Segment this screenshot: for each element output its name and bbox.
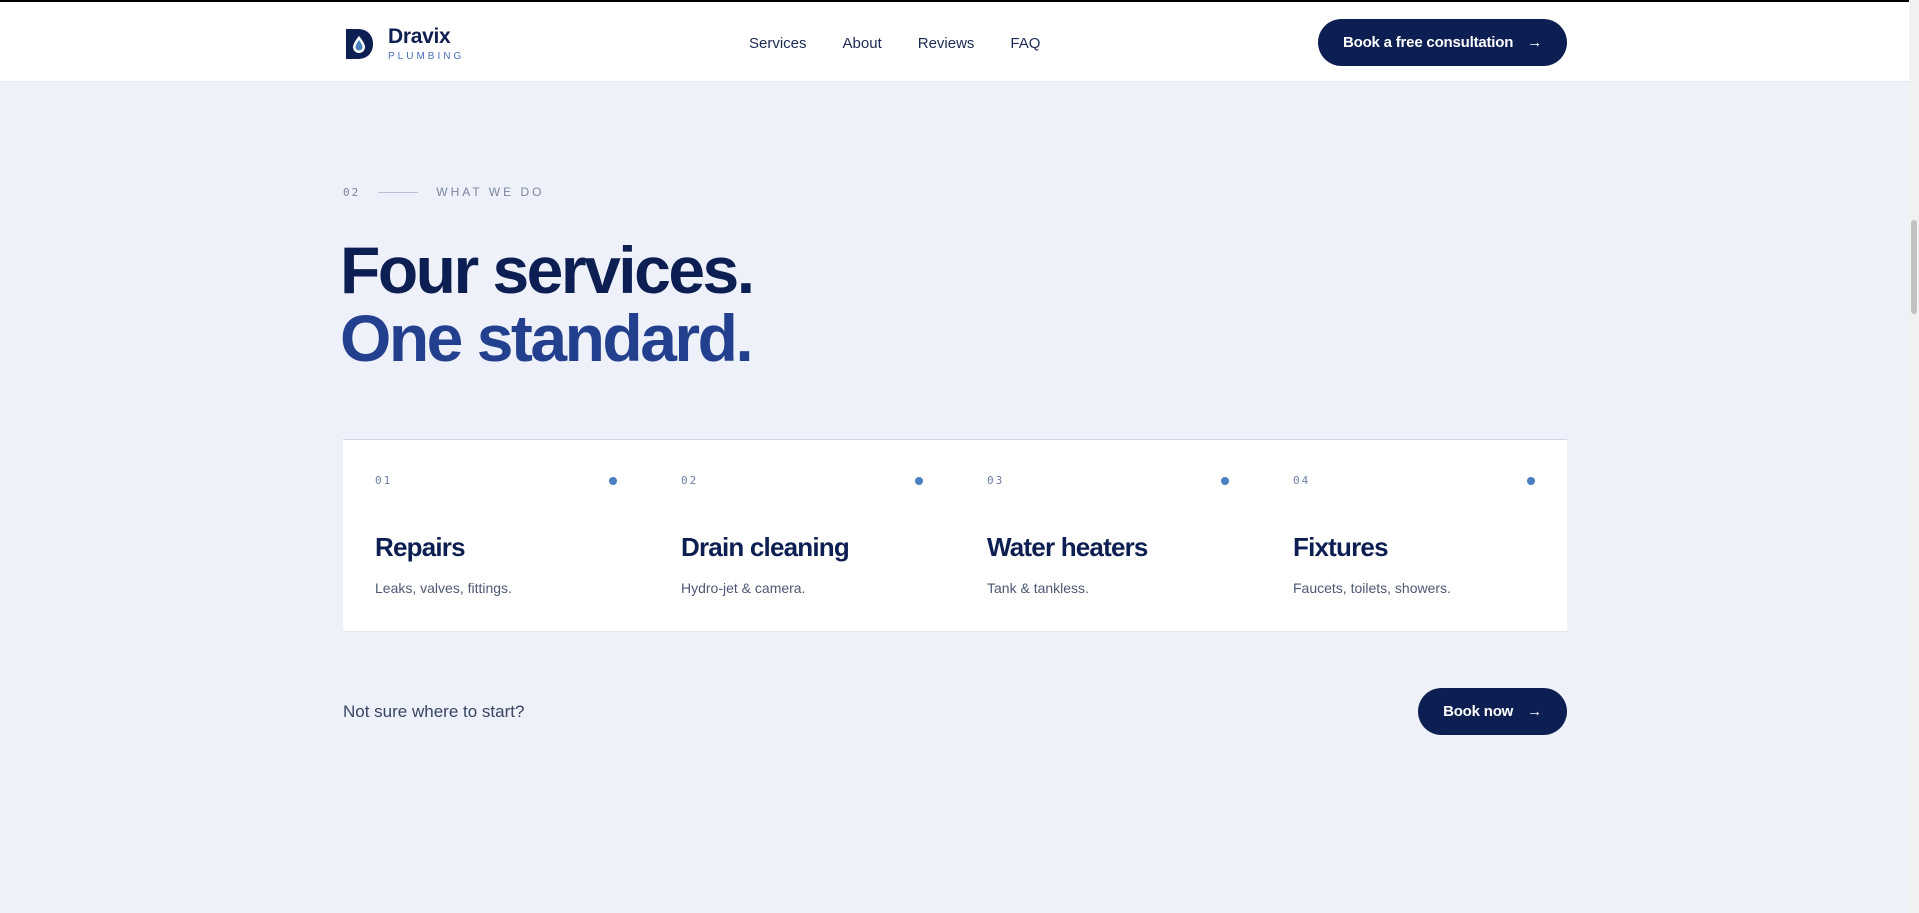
service-number: 01 <box>375 474 393 487</box>
service-number: 04 <box>1293 474 1311 487</box>
headline-line-2: One standard. <box>340 301 754 375</box>
main-nav: Services About Reviews FAQ <box>749 34 1076 54</box>
site-header: Dravix PLUMBING Services About Reviews F… <box>0 2 1909 82</box>
service-description: Faucets, toilets, showers. <box>1293 580 1451 596</box>
service-description: Leaks, valves, fittings. <box>375 580 512 596</box>
dot-icon <box>1527 477 1535 485</box>
eyebrow-divider <box>378 191 419 193</box>
service-description: Tank & tankless. <box>987 580 1089 596</box>
book-now-label: Book now <box>1443 703 1514 720</box>
service-number: 02 <box>681 474 699 487</box>
book-now-button[interactable]: Book now → <box>1418 688 1567 735</box>
arrow-right-icon: → <box>1527 34 1543 51</box>
logo-subtitle: PLUMBING <box>388 51 465 62</box>
nav-services[interactable]: Services <box>749 34 807 54</box>
service-title: Water heaters <box>987 532 1148 562</box>
nav-reviews[interactable]: Reviews <box>918 34 975 54</box>
dot-icon <box>1221 477 1229 485</box>
service-title: Repairs <box>375 532 466 562</box>
arrow-right-icon: → <box>1527 703 1542 720</box>
section-number: 02 <box>343 185 361 199</box>
book-consultation-button[interactable]: Book a free consultation → <box>1318 19 1567 66</box>
headline-line-1: Four services. <box>340 233 755 307</box>
scrollbar-track[interactable] <box>1909 0 1919 913</box>
service-description: Hydro-jet & camera. <box>681 580 806 596</box>
nav-faq[interactable]: FAQ <box>1010 34 1040 54</box>
scrollbar-thumb[interactable] <box>1911 220 1917 314</box>
section-label: WHAT WE DO <box>436 185 545 199</box>
services-grid: 01 Repairs Leaks, valves, fittings. 02 D… <box>343 439 1567 632</box>
service-card-drain-cleaning[interactable]: 02 Drain cleaning Hydro-jet & camera. <box>649 440 955 631</box>
logo-name: Dravix <box>388 25 451 48</box>
logo-mark-icon <box>346 29 373 59</box>
logo[interactable]: Dravix PLUMBING <box>344 26 464 62</box>
service-card-fixtures[interactable]: 04 Fixtures Faucets, toilets, showers. <box>1261 440 1567 631</box>
nav-about[interactable]: About <box>843 34 882 54</box>
cta-prompt: Not sure where to start? <box>343 702 525 721</box>
section-eyebrow: 02 WHAT WE DO <box>343 185 544 199</box>
service-title: Fixtures <box>1293 532 1389 562</box>
section-headline: Four services. One standard. <box>340 233 755 375</box>
dot-icon <box>609 477 617 485</box>
service-number: 03 <box>987 474 1005 487</box>
service-title: Drain cleaning <box>681 532 850 562</box>
service-card-repairs[interactable]: 01 Repairs Leaks, valves, fittings. <box>343 440 649 631</box>
book-consultation-label: Book a free consultation <box>1342 34 1514 51</box>
dot-icon <box>915 477 923 485</box>
service-card-water-heaters[interactable]: 03 Water heaters Tank & tankless. <box>955 440 1261 631</box>
